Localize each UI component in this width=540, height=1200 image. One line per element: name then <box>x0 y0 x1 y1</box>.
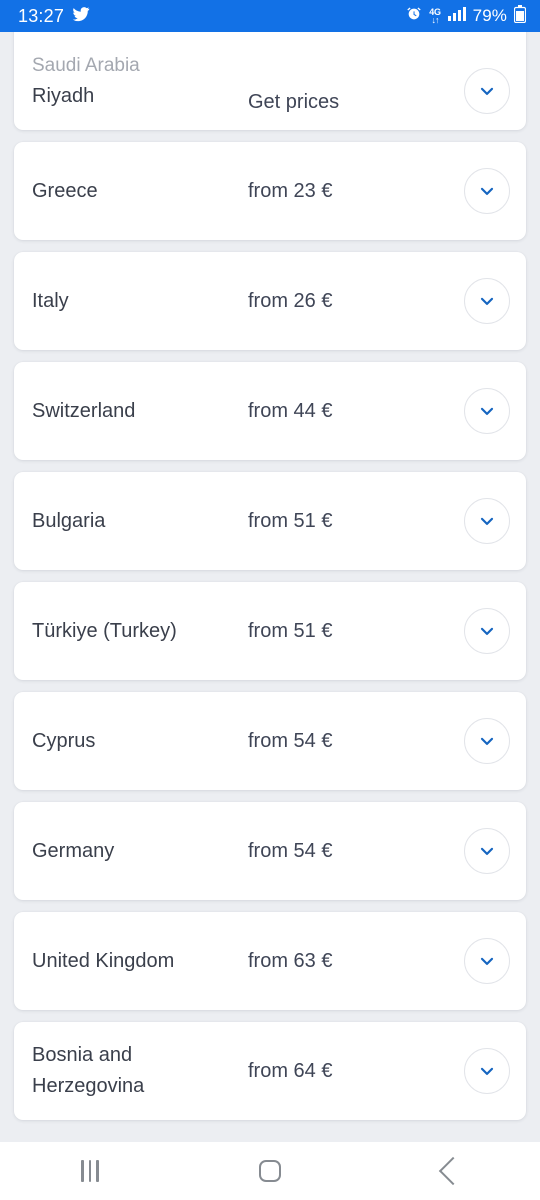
list-item-country: Saudi Arabia <box>32 55 140 76</box>
list-item-price: from 23 € <box>248 179 333 202</box>
list-item-price: from 26 € <box>248 289 333 312</box>
list-item-price: from 44 € <box>248 399 333 422</box>
home-icon <box>259 1160 281 1182</box>
list-item[interactable]: United Kingdom from 63 € <box>14 912 526 1010</box>
chevron-down-icon <box>477 621 497 641</box>
list-item-country: Türkiye (Turkey) <box>32 619 177 642</box>
status-bar-left: 13:27 <box>18 5 90 28</box>
list-item-city: Riyadh <box>32 85 95 107</box>
list-item-price: from 54 € <box>248 729 333 752</box>
alarm-clock-icon <box>406 6 422 27</box>
list-item[interactable]: Switzerland from 44 € <box>14 362 526 460</box>
list-item-location: Switzerland <box>32 396 242 427</box>
network-type-icon: 4G ↓↑ <box>429 7 441 25</box>
back-button[interactable] <box>390 1142 510 1200</box>
list-item-location: United Kingdom <box>32 946 242 977</box>
chevron-down-icon <box>477 841 497 861</box>
list-item[interactable]: Türkiye (Turkey) from 51 € <box>14 582 526 680</box>
list-item-location: Greece <box>32 176 242 207</box>
android-navigation-bar <box>0 1142 540 1200</box>
battery-icon <box>513 4 527 28</box>
expand-button[interactable] <box>464 1048 510 1094</box>
chevron-down-icon <box>477 401 497 421</box>
expand-button[interactable] <box>464 498 510 544</box>
list-item-price: from 54 € <box>248 839 333 862</box>
list-item-country: Bosnia and Herzegovina <box>32 1044 145 1097</box>
expand-button[interactable] <box>464 68 510 114</box>
list-item[interactable]: Bulgaria from 51 € <box>14 472 526 570</box>
list-item-country: Italy <box>32 289 69 312</box>
status-bar: 13:27 4G ↓↑ 79% <box>0 0 540 32</box>
network-arrows-label: ↓↑ <box>431 14 439 25</box>
list-item-price: from 51 € <box>248 509 333 532</box>
list-item[interactable]: Italy from 26 € <box>14 252 526 350</box>
expand-button[interactable] <box>464 278 510 324</box>
status-bar-clock: 13:27 <box>18 5 65 26</box>
expand-button[interactable] <box>464 718 510 764</box>
country-price-list: Saudi Arabia Riyadh Get prices Greece fr… <box>0 32 540 1120</box>
list-item-location: Cyprus <box>32 726 242 757</box>
chevron-down-icon <box>477 291 497 311</box>
chevron-down-icon <box>477 1061 497 1081</box>
scrollable-country-list[interactable]: Saudi Arabia Riyadh Get prices Greece fr… <box>0 32 540 1142</box>
list-item-country: Germany <box>32 839 115 862</box>
expand-button[interactable] <box>464 168 510 214</box>
recents-button[interactable] <box>30 1142 150 1200</box>
home-button[interactable] <box>210 1142 330 1200</box>
status-bar-right: 4G ↓↑ 79% <box>406 4 527 28</box>
recents-icon <box>81 1160 99 1182</box>
signal-bars-icon <box>447 6 466 26</box>
list-item-price: Get prices <box>248 91 340 113</box>
list-item-price: from 64 € <box>248 1059 333 1082</box>
expand-button[interactable] <box>464 938 510 984</box>
list-item-country: United Kingdom <box>32 949 175 972</box>
list-item-location: Türkiye (Turkey) <box>32 616 242 647</box>
chevron-down-icon <box>477 181 497 201</box>
expand-button[interactable] <box>464 388 510 434</box>
list-item-country: Greece <box>32 179 98 202</box>
expand-button[interactable] <box>464 828 510 874</box>
chevron-down-icon <box>477 951 497 971</box>
list-item-country: Bulgaria <box>32 509 106 532</box>
back-chevron-icon <box>438 1156 468 1186</box>
list-item-price: from 51 € <box>248 619 333 642</box>
list-item-location: Bulgaria <box>32 506 242 537</box>
list-item-location: Germany <box>32 836 242 867</box>
list-item[interactable]: Cyprus from 54 € <box>14 692 526 790</box>
list-item-location: Saudi Arabia Riyadh <box>32 51 242 114</box>
chevron-down-icon <box>477 511 497 531</box>
chevron-down-icon <box>477 81 497 101</box>
list-item[interactable]: Saudi Arabia Riyadh Get prices <box>14 32 526 130</box>
list-item[interactable]: Bosnia and Herzegovina from 64 € <box>14 1022 526 1120</box>
list-item-location: Bosnia and Herzegovina <box>32 1040 242 1102</box>
list-item-price: from 63 € <box>248 949 333 972</box>
list-item-country: Switzerland <box>32 399 136 422</box>
twitter-icon <box>72 5 90 28</box>
list-item[interactable]: Greece from 23 € <box>14 142 526 240</box>
expand-button[interactable] <box>464 608 510 654</box>
list-item-location: Italy <box>32 286 242 317</box>
chevron-down-icon <box>477 731 497 751</box>
list-item-country: Cyprus <box>32 729 96 752</box>
battery-percent-label: 79% <box>472 6 507 25</box>
list-item[interactable]: Germany from 54 € <box>14 802 526 900</box>
